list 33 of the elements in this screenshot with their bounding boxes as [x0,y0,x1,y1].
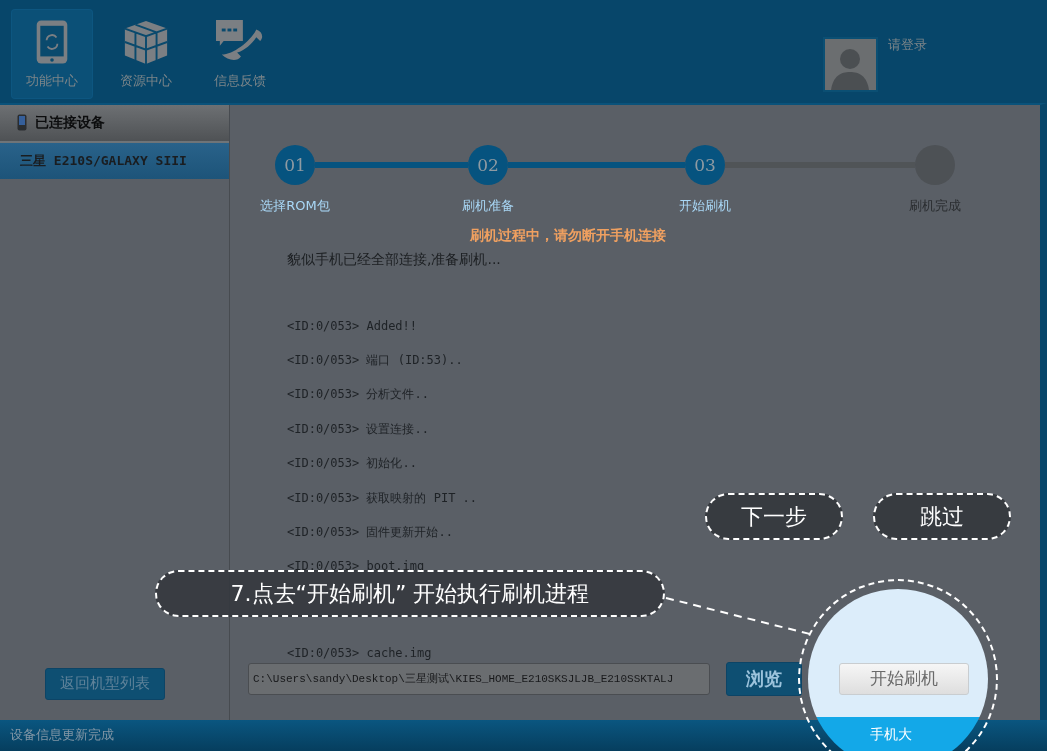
log-line: <ID:0/053> 固件更新开始.. [287,524,454,541]
log-line: 貌似手机已经全部连接,准备刷机... [287,250,502,269]
avatar-icon[interactable] [823,37,878,92]
log-line: <ID:0/053> 分析文件.. [287,386,430,404]
step-label: 刷机准备 [462,196,514,215]
login-link[interactable]: 请登录 [888,36,927,54]
step-circle: 03 [685,144,725,185]
back-to-list-button[interactable]: 返回机型列表 [44,667,165,700]
log-line: <ID:0/053> 初始化.. [287,455,418,473]
phone-icon [34,18,70,66]
toolbar-button[interactable]: 信息反馈 [200,10,280,98]
skip-button[interactable]: 跳过 [873,493,1011,540]
next-step-button[interactable]: 下一步 [705,493,843,540]
step-circle: 01 [275,144,315,185]
log-line: <ID:0/053> Added!! [287,317,419,335]
log-line: <ID:0/053> cache.img [287,644,433,662]
warning-text: 刷机过程中，请勿断开手机连接 [470,226,667,245]
toolbar-button[interactable]: 资源中心 [106,10,186,98]
browse-button[interactable]: 浏览 [726,661,802,696]
phone-icon [17,114,27,132]
log-line: <ID:0/053> 端口 (ID:53).. [287,352,464,370]
cube-icon [122,18,170,66]
status-text: 手机大 [870,726,912,745]
toolbar-button[interactable]: 功能中心 [12,10,92,98]
device-item[interactable]: 三星 E210S/GALAXY SIII [0,142,229,179]
step-circle: 02 [468,144,508,185]
start-flash-button[interactable]: 开始刷机 [839,662,969,695]
step-label: 开始刷机 [679,196,731,215]
tutorial-callout: 7.点去“开始刷机” 开始执行刷机进程 [155,570,665,617]
log-line: <ID:0/053> 获取映射的 PIT .. [287,489,479,507]
step-label: 选择ROM包 [260,196,330,215]
sidebar-title: 已连接设备 [35,113,105,132]
status-text: 设备信息更新完成 [10,726,114,745]
